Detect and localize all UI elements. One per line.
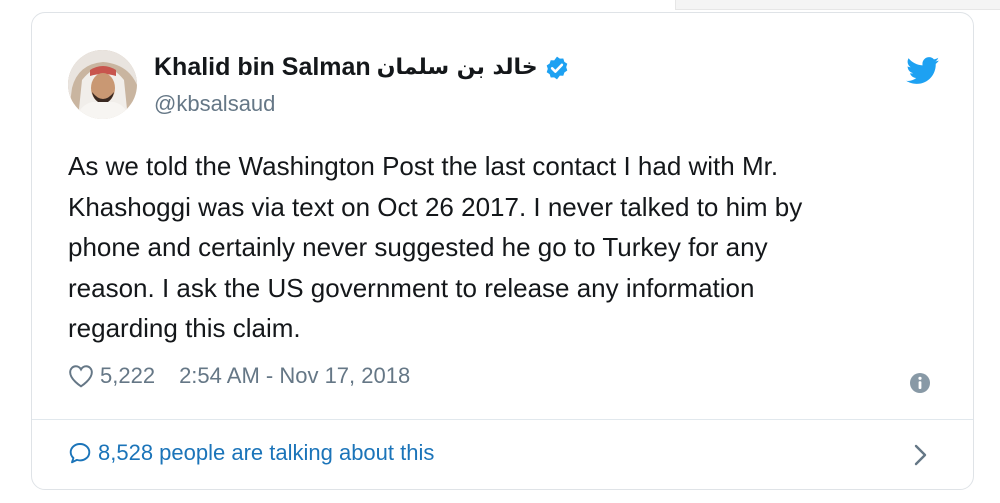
tweet-meta-row: 5,222 2:54 AM - Nov 17, 2018: [68, 363, 410, 389]
twitter-bird-icon[interactable]: [906, 57, 940, 85]
tweet-text: As we told the Washington Post the last …: [68, 146, 948, 349]
avatar[interactable]: [68, 50, 137, 119]
background-panel-strip: [675, 0, 1000, 10]
author-display-name[interactable]: Khalid bin Salman: [154, 53, 371, 82]
verified-badge-icon: [546, 56, 567, 79]
people-talking-link[interactable]: 8,528 people are talking about this: [68, 440, 434, 466]
author-name-row[interactable]: Khalid bin Salman خالد بن سلمان: [154, 53, 570, 82]
info-icon[interactable]: [909, 372, 931, 394]
tweet-text-line: reason. I ask the US government to relea…: [68, 272, 755, 303]
tweet-text-line: Khashoggi was via text on Oct 26 2017. I…: [68, 191, 803, 222]
author-display-name-arabic[interactable]: خالد بن سلمان: [377, 55, 538, 80]
heart-icon[interactable]: [68, 364, 94, 388]
speech-bubble-icon: [69, 443, 91, 464]
tweet-text-line: As we told the Washington Post the last …: [68, 151, 779, 181]
people-talking-text[interactable]: 8,528 people are talking about this: [98, 440, 434, 466]
tweet-text-line: phone and certainly never suggested he g…: [68, 232, 768, 262]
embedded-tweet-card[interactable]: Khalid bin Salman خالد بن سلمان @kbsalsa…: [31, 12, 974, 490]
tweet-text-line: regarding this claim.: [68, 313, 301, 343]
author-handle[interactable]: @kbsalsaud: [154, 91, 275, 117]
card-divider: [32, 419, 973, 420]
tweet-timestamp[interactable]: 2:54 AM - Nov 17, 2018: [179, 363, 410, 389]
chevron-right-icon[interactable]: [911, 442, 929, 468]
like-count[interactable]: 5,222: [100, 363, 155, 389]
